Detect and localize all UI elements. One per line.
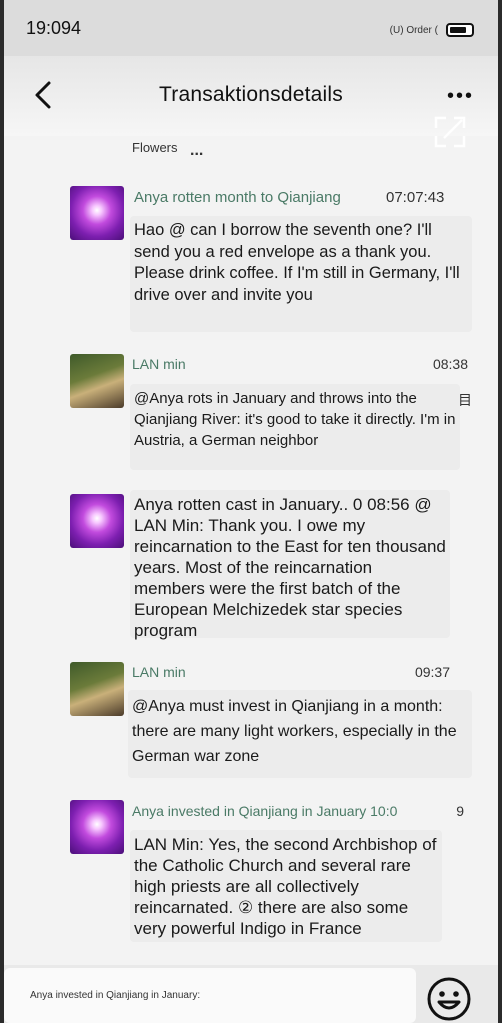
bottom-caption: Anya invested in Qianjiang in January: bbox=[30, 990, 201, 1001]
top-fragment-label: Flowers bbox=[132, 140, 178, 155]
message-time: 09:37 bbox=[414, 664, 450, 680]
message-time: 08:38 bbox=[432, 356, 468, 372]
side-glyph: 目 bbox=[458, 392, 472, 408]
message-meta: LAN min 08:38 bbox=[132, 356, 468, 372]
status-time: 19:094 bbox=[26, 18, 82, 38]
sender-name: Anya rotten month to Qianjiang bbox=[134, 189, 341, 206]
message-item: Anya rotten month to Qianjiang 07:07:43 … bbox=[70, 186, 472, 336]
purple-light-avatar[interactable] bbox=[70, 494, 124, 548]
smiley-icon[interactable] bbox=[426, 976, 472, 1022]
more-horizontal-icon[interactable]: ••• bbox=[447, 86, 474, 106]
expand-icon[interactable] bbox=[432, 114, 468, 150]
message-text: @Anya must invest in Qianjiang in a mont… bbox=[128, 690, 472, 778]
status-bar: 19:094 (U) Order ( bbox=[4, 0, 498, 56]
sender-name: Anya invested in Qianjiang in January 10… bbox=[132, 803, 398, 819]
man-photo-avatar[interactable] bbox=[70, 354, 124, 408]
sender-name: LAN min bbox=[132, 664, 186, 680]
message-item: Anya rotten cast in January.. 0 08:56 @ … bbox=[70, 490, 472, 640]
page-title: Transaktionsdetails bbox=[159, 83, 343, 106]
phone-screen: 19:094 (U) Order ( Transaktionsdetails •… bbox=[4, 0, 498, 1023]
message-text: @Anya rots in January and throws into th… bbox=[130, 384, 460, 470]
message-item: LAN min 09:37 @Anya must invest in Qianj… bbox=[70, 662, 472, 782]
message-meta: Anya invested in Qianjiang in January 10… bbox=[132, 803, 464, 819]
message-meta: LAN min 09:37 bbox=[132, 664, 450, 680]
message-text: Anya rotten cast in January.. 0 08:56 @ … bbox=[130, 490, 450, 640]
sender-name: LAN min bbox=[132, 356, 186, 372]
message-meta: Anya rotten month to Qianjiang 07:07:43 bbox=[134, 189, 472, 206]
battery-icon bbox=[446, 23, 474, 37]
message-item: LAN min 08:38 @Anya rots in January and … bbox=[70, 354, 472, 474]
message-time: 9 bbox=[456, 803, 464, 819]
status-text: (U) Order ( bbox=[389, 24, 438, 36]
message-item: Anya invested in Qianjiang in January 10… bbox=[70, 800, 472, 948]
message-text: Hao @ can I borrow the seventh one? I'll… bbox=[130, 216, 472, 332]
message-text: LAN Min: Yes, the second Archbishop of t… bbox=[130, 830, 442, 942]
nav-bar: Transaktionsdetails ••• bbox=[4, 56, 498, 136]
top-fragment-ellipsis: ... bbox=[190, 142, 204, 159]
status-right: (U) Order ( bbox=[390, 23, 474, 37]
man-photo-avatar[interactable] bbox=[70, 662, 124, 716]
purple-light-avatar[interactable] bbox=[70, 800, 124, 854]
purple-light-avatar[interactable] bbox=[70, 186, 124, 240]
message-time: 07:07:43 bbox=[386, 189, 445, 206]
